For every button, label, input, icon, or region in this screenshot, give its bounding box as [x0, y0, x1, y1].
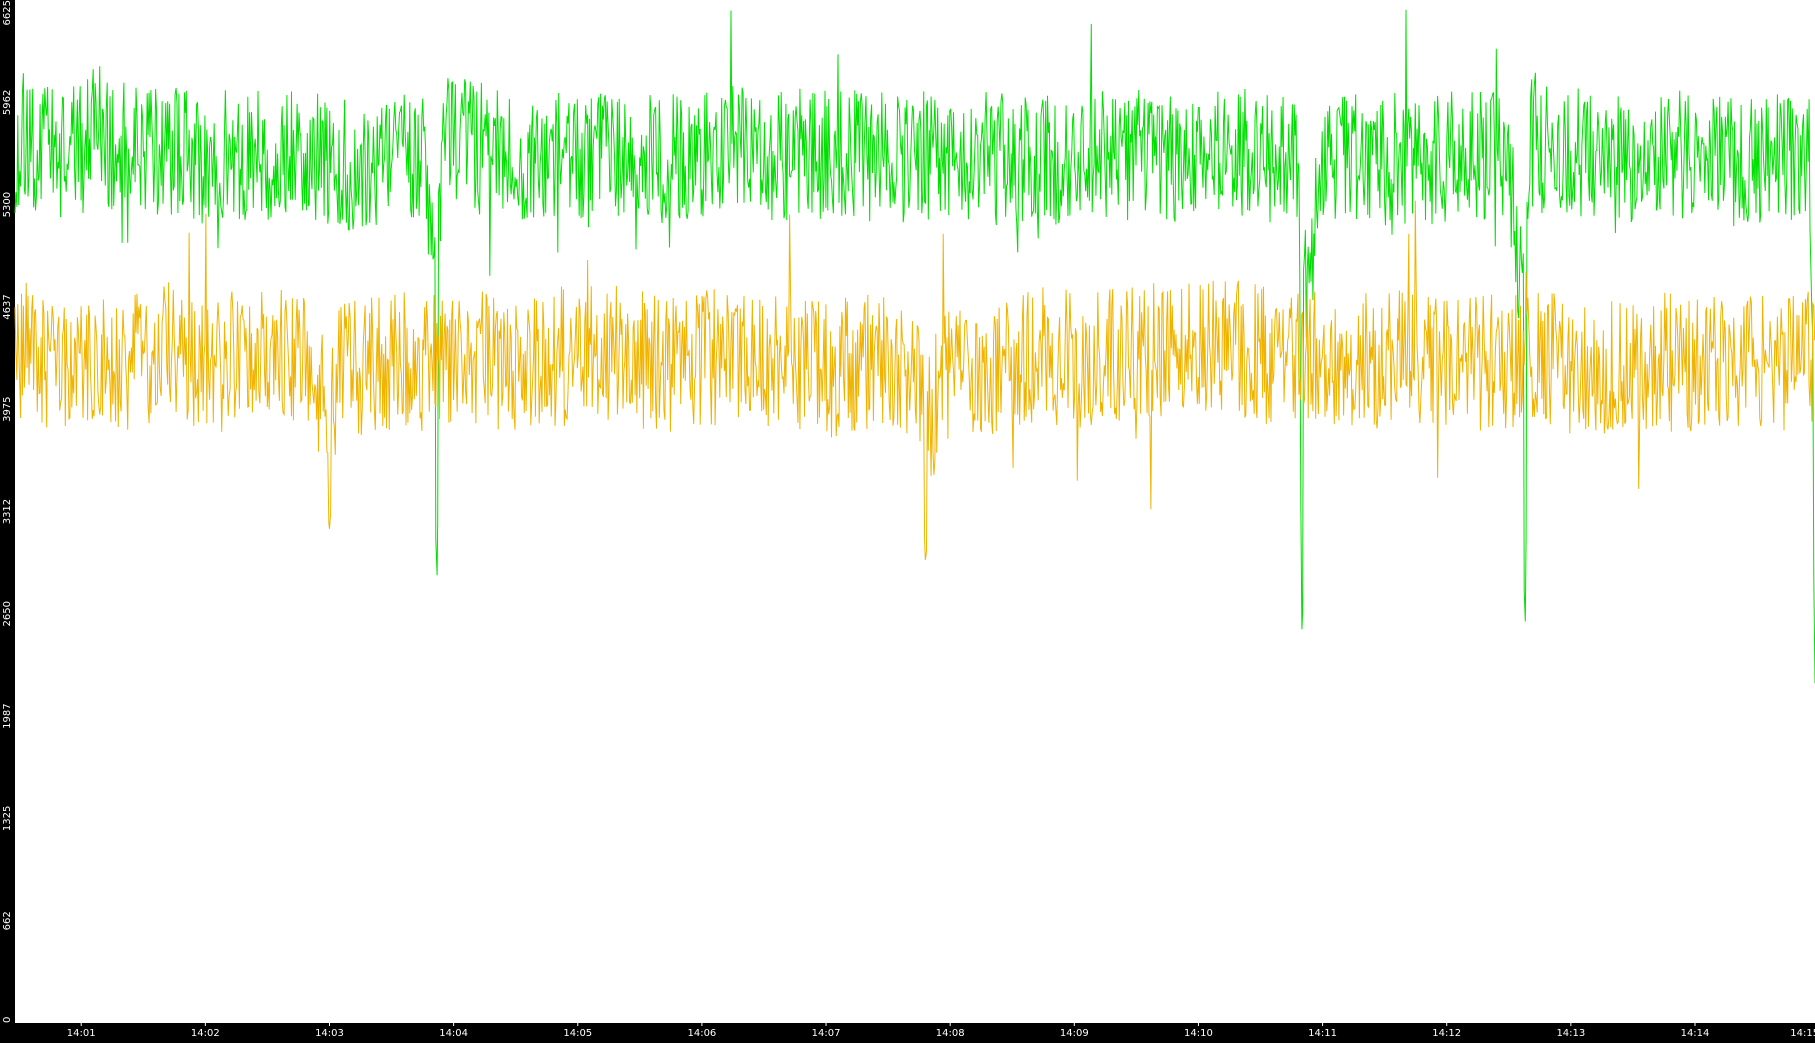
y-tick-label: 4637	[2, 294, 13, 319]
line-chart: 0 662 1325 1987 2650 3312 3975 4637 5300 5962 6625…	[2, 0, 1815, 1039]
x-tick-label: 14:03	[315, 1028, 344, 1039]
x-axis: 14:01 14:02 14:03 14:04 14:05 14:06 14:07 14:08…	[67, 1023, 1815, 1039]
x-tick-label: 14:04	[439, 1028, 468, 1039]
x-tick-label: 14:10	[1184, 1028, 1213, 1039]
chart-container: 0 662 1325 1987 2650 3312 3975 4637 5300 5962 6625…	[0, 0, 1815, 1039]
y-tick-label: 0	[2, 1017, 13, 1023]
x-tick-label: 14:09	[1060, 1028, 1089, 1039]
x-tick-label: 14:08	[936, 1028, 965, 1039]
y-tick-label: 2650	[2, 601, 13, 626]
x-tick-label: 14:13	[1556, 1028, 1585, 1039]
x-tick-label: 14:02	[191, 1028, 220, 1039]
y-tick-label: 1325	[2, 806, 13, 831]
y-axis: 0 662 1325 1987 2650 3312 3975 4637 5300 5962 6625	[2, 0, 13, 1023]
y-tick-label: 3975	[2, 396, 13, 421]
x-tick-label: 14:12	[1432, 1028, 1461, 1039]
x-tick-label: 14:14	[1681, 1028, 1710, 1039]
x-tick-label: 14:07	[812, 1028, 841, 1039]
x-tick-label: 14:11	[1308, 1028, 1337, 1039]
y-tick-label: 5962	[2, 90, 13, 115]
y-tick-label: 662	[2, 911, 13, 930]
y-tick-label: 1987	[2, 703, 13, 728]
x-tick-label: 14:05	[563, 1028, 592, 1039]
y-tick-label: 6625	[2, 0, 13, 25]
x-tick-label: 14:15	[1790, 1028, 1815, 1039]
x-tick-label: 14:06	[687, 1028, 716, 1039]
y-tick-label: 5300	[2, 192, 13, 217]
y-tick-label: 3312	[2, 499, 13, 524]
x-tick-label: 14:01	[67, 1028, 96, 1039]
